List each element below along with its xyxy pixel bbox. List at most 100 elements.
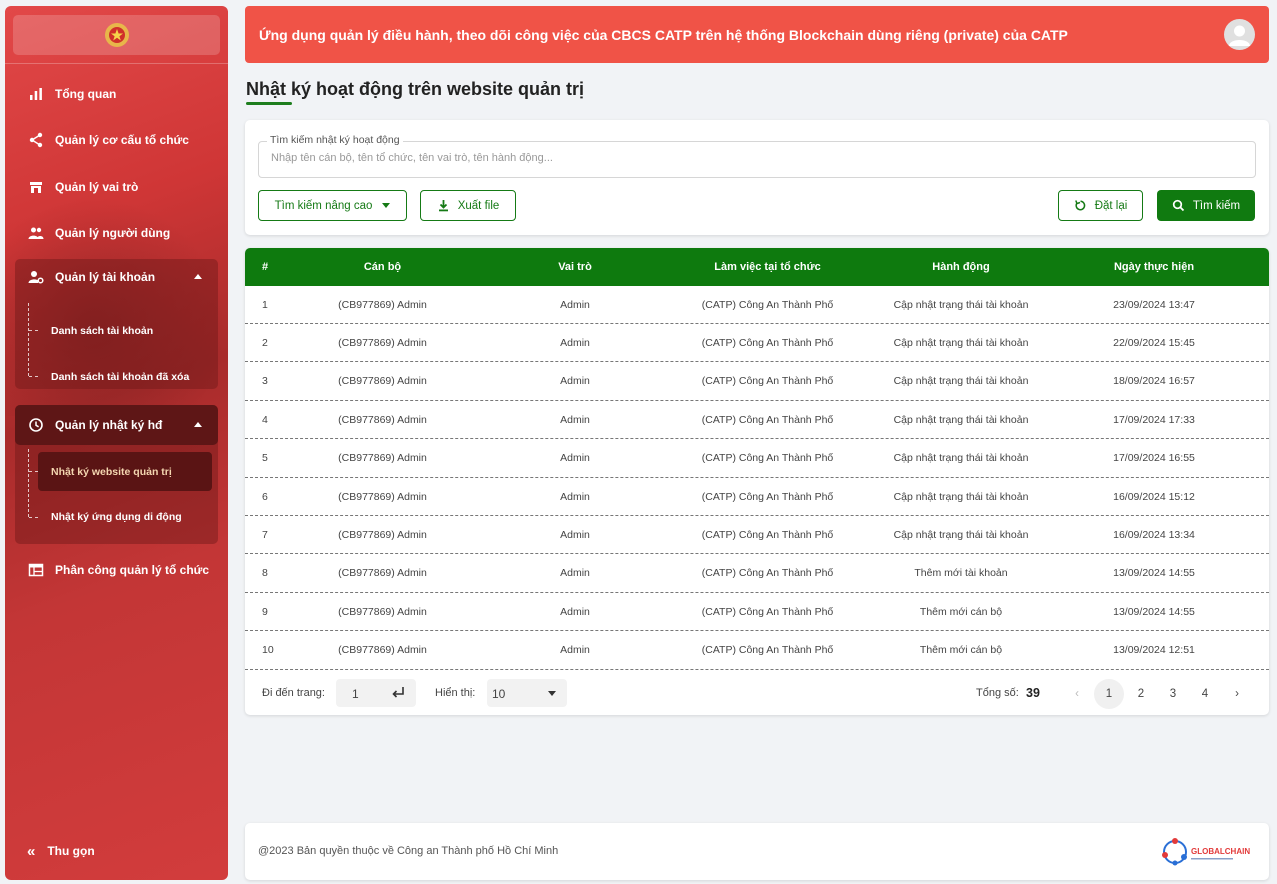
row-index: 6 [262,490,268,503]
tree-branch [29,471,38,472]
date-cell: 16/09/2024 13:34 [1113,528,1195,541]
download-icon [438,200,448,212]
table-row[interactable]: 8 (CB977869) Admin Admin (CATP) Công An Thà… [245,555,1269,593]
advanced-search-label: Tìm kiếm nâng cao [274,199,373,212]
officer-cell: (CB977869) Admin [338,413,427,426]
page-button-1[interactable]: 1 [1094,679,1124,709]
table-row[interactable]: 4 (CB977869) Admin Admin (CATP) Công An Thà… [245,401,1269,440]
chevron-up-icon [194,274,202,279]
search-icon [1172,199,1184,212]
sidebar-subitem-label: Danh sách tài khoản đã xóa [51,371,190,383]
sidebar-item-org-structure[interactable]: Quản lý cơ cấu tổ chức [15,122,218,158]
row-index: 4 [262,413,268,426]
sidebar-subitem-deleted-accounts[interactable]: Danh sách tài khoản đã xóa [38,359,212,395]
sidebar-item-roles[interactable]: Quản lý vai trò [15,169,218,205]
row-index: 3 [262,375,268,388]
org-cell: (CATP) Công An Thành Phố [701,298,834,311]
row-index: 9 [262,605,268,618]
sidebar-item-accounts[interactable]: Quản lý tài khoản [15,259,218,295]
sidebar-item-label: Quản lý tài khoản [55,270,156,284]
role-cell: Admin [560,605,590,618]
org-cell: (CATP) Công An Thành Phố [701,644,834,657]
page-button-4[interactable]: 4 [1190,679,1220,709]
collapse-sidebar-button[interactable]: « Thu gọn [15,838,95,864]
action-cell: Cập nhật trạng thái tài khoản [893,413,1029,426]
double-chevron-left-icon: « [27,842,36,860]
org-cell: (CATP) Công An Thành Phố [701,528,834,541]
tree-branch [29,330,38,331]
search-field[interactable] [258,141,1256,178]
avatar[interactable] [1224,19,1255,50]
action-cell: Cập nhật trạng thái tài khoản [893,490,1029,503]
table-row[interactable]: 2 (CB977869) Admin Admin (CATP) Công An Thà… [245,324,1269,363]
action-cell: Cập nhật trạng thái tài khoản [893,375,1029,388]
export-file-button[interactable]: Xuất file [420,190,516,221]
goto-page-input[interactable]: 1 [336,679,416,707]
page-button-3[interactable]: 3 [1158,679,1188,709]
user-settings-icon [27,268,45,286]
column-header: Ngày thực hiện [1113,261,1195,273]
page-button-2[interactable]: 2 [1126,679,1156,709]
total-count: 39 [1026,686,1040,700]
sidebar-subitem-account-list[interactable]: Danh sách tài khoản [38,313,212,349]
officer-cell: (CB977869) Admin [338,298,427,311]
role-cell: Admin [560,298,590,311]
org-cell: (CATP) Công An Thành Phố [701,336,834,349]
sidebar-subitem-label: Nhật ký ứng dụng di động [51,511,182,523]
action-cell: Thêm mới cán bộ [919,644,1003,657]
search-button[interactable]: Tìm kiếm [1157,190,1255,221]
action-cell: Cập nhật trạng thái tài khoản [893,336,1029,349]
footer: @2023 Bản quyền thuộc về Công an Thành p… [245,823,1269,880]
row-index: 5 [262,452,268,465]
column-header: Hành động [932,261,990,273]
sidebar-subitem-label: Danh sách tài khoản [51,325,154,337]
role-cell: Admin [560,528,590,541]
date-cell: 23/09/2024 13:47 [1113,298,1195,311]
sidebar-item-label: Quản lý cơ cấu tổ chức [55,133,189,147]
table-row[interactable]: 10 (CB977869) Admin Admin (CATP) Công An Th… [245,632,1269,670]
sidebar-subitem-web-log[interactable]: Nhật ký website quản trị [38,452,212,491]
column-header: Làm việc tại tổ chức [714,261,821,273]
sidebar: Tổng quan Quản lý cơ cấu tổ chức Quản lý… [5,6,228,880]
sidebar-item-users[interactable]: Quản lý người dùng [15,215,218,251]
table-row[interactable]: 7 (CB977869) Admin Admin (CATP) Công An Thà… [245,516,1269,555]
org-cell: (CATP) Công An Thành Phố [701,605,834,618]
caret-down-icon [382,203,391,208]
table-row[interactable]: 1 (CB977869) Admin Admin (CATP) Công An Thà… [245,286,1269,324]
page-size-select[interactable]: 10 [487,679,567,707]
reset-button[interactable]: Đặt lại [1058,190,1143,221]
org-cell: (CATP) Công An Thành Phố [701,452,834,465]
sidebar-item-assign-org[interactable]: Phân công quản lý tổ chức [15,552,218,588]
sidebar-subitem-mobile-log[interactable]: Nhật ký ứng dụng di động [38,499,212,535]
sidebar-item-label: Quản lý người dùng [55,226,171,240]
org-cell: (CATP) Công An Thành Phố [701,375,834,388]
table-icon [27,561,45,579]
sidebar-item-label: Tổng quan [55,87,117,101]
enter-icon[interactable] [390,685,406,701]
sidebar-item-overview[interactable]: Tổng quan [15,76,218,112]
police-emblem-logo[interactable] [13,15,220,55]
org-cell: (CATP) Công An Thành Phố [701,490,834,503]
prev-page-button[interactable]: ‹ [1062,679,1092,709]
date-cell: 13/09/2024 14:55 [1113,567,1195,580]
date-cell: 18/09/2024 16:57 [1113,375,1195,388]
sidebar-item-label: Phân công quản lý tổ chức [55,563,210,577]
table-row[interactable]: 9 (CB977869) Admin Admin (CATP) Công An Thà… [245,593,1269,632]
table-row[interactable]: 5 (CB977869) Admin Admin (CATP) Công An Thà… [245,440,1269,478]
officer-cell: (CB977869) Admin [338,336,427,349]
advanced-search-button[interactable]: Tìm kiếm nâng cao [258,190,407,221]
brand-logo-text: GLOBALCHAIN [1191,847,1250,856]
search-input[interactable] [271,152,1231,164]
globalchain-logo: GLOBALCHAIN [1162,838,1250,866]
chevron-up-icon [194,422,202,427]
police-emblem-icon [104,23,129,47]
row-index: 10 [262,644,274,657]
role-cell: Admin [560,336,590,349]
next-page-button[interactable]: › [1222,679,1252,709]
table-row[interactable]: 6 (CB977869) Admin Admin (CATP) Công An Thà… [245,478,1269,516]
sidebar-item-logs[interactable]: Quản lý nhật ký hđ [15,405,218,445]
tree-line [28,303,29,376]
sidebar-item-label: Quản lý nhật ký hđ [55,418,163,432]
table-row[interactable]: 3 (CB977869) Admin Admin (CATP) Công An Thà… [245,363,1269,401]
officer-cell: (CB977869) Admin [338,490,427,503]
